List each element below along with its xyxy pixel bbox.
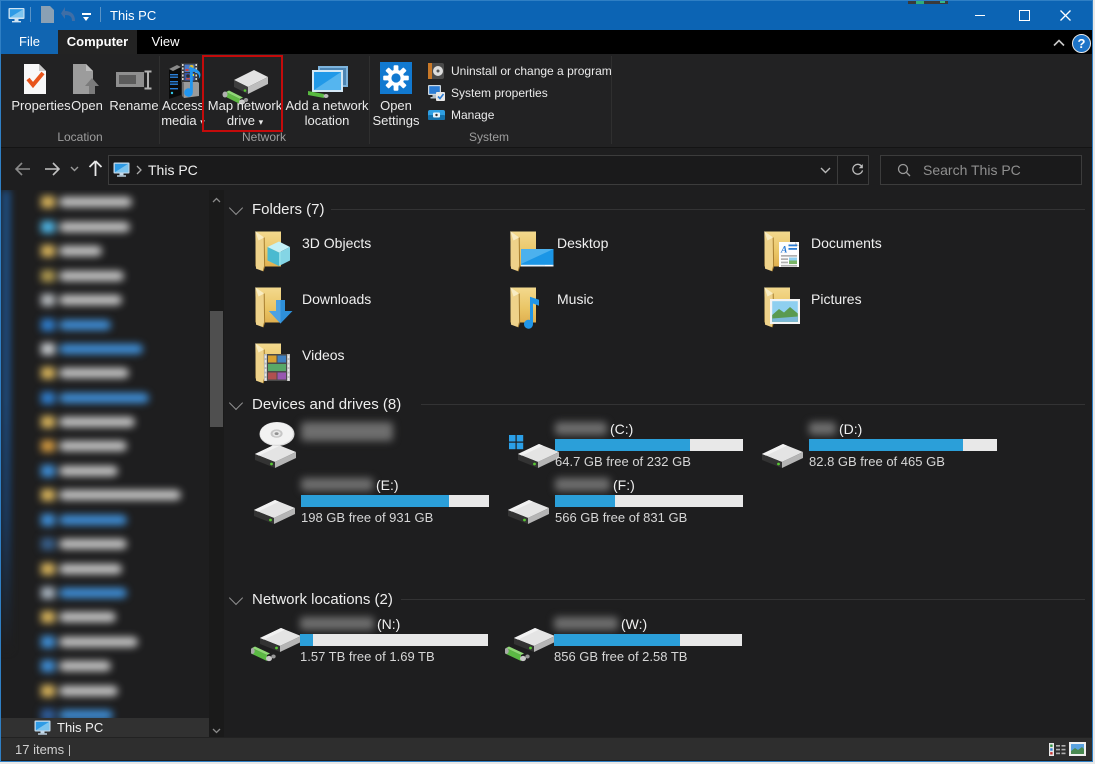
svg-text:A: A [780, 246, 787, 256]
